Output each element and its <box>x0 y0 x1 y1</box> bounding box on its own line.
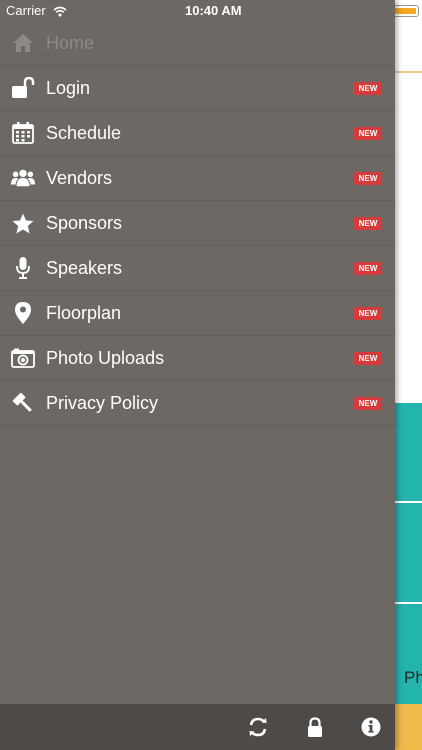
menu-item-label: Home <box>46 33 95 53</box>
new-badge: NEW <box>354 307 382 320</box>
menu-item-sponsors[interactable]: Sponsors NEW <box>0 201 395 246</box>
clock: 10:40 AM <box>185 3 242 18</box>
users-icon <box>11 167 35 189</box>
main-content-peek: Ph <box>395 0 422 750</box>
menu-item-label: Login <box>46 78 91 98</box>
carrier-label: Carrier <box>6 3 46 18</box>
teal-tile[interactable] <box>395 403 422 501</box>
menu-item-label: Vendors <box>46 168 113 188</box>
map-pin-icon <box>11 302 35 324</box>
star-icon <box>11 212 35 234</box>
lock-icon[interactable] <box>304 716 326 738</box>
battery-icon <box>391 5 419 17</box>
new-badge: NEW <box>354 127 382 140</box>
calendar-icon <box>11 122 35 144</box>
refresh-icon[interactable] <box>247 716 269 738</box>
menu-item-label: Floorplan <box>46 303 122 323</box>
home-icon <box>11 32 35 54</box>
new-badge: NEW <box>354 172 382 185</box>
menu-item-home[interactable]: Home <box>0 21 395 66</box>
side-drawer: Carrier 10:40 AM Home Login NEW Schedule… <box>0 0 395 750</box>
menu-item-photo-uploads[interactable]: Photo Uploads NEW <box>0 336 395 381</box>
new-badge: NEW <box>354 352 382 365</box>
new-badge: NEW <box>354 262 382 275</box>
menu-item-vendors[interactable]: Vendors NEW <box>0 156 395 201</box>
menu-item-speakers[interactable]: Speakers NEW <box>0 246 395 291</box>
menu-item-schedule[interactable]: Schedule NEW <box>0 111 395 156</box>
menu-item-label: Photo Uploads <box>46 348 165 368</box>
menu-item-floorplan[interactable]: Floorplan NEW <box>0 291 395 336</box>
status-bar: Carrier 10:40 AM <box>0 0 395 22</box>
gavel-icon <box>11 392 35 414</box>
unlock-icon <box>11 77 35 99</box>
drawer-menu: Home Login NEW Schedule NEW Vendors NEW … <box>0 21 395 426</box>
camera-icon <box>11 347 35 369</box>
menu-item-label: Schedule <box>46 123 122 143</box>
menu-item-label: Speakers <box>46 258 123 278</box>
menu-item-login[interactable]: Login NEW <box>0 66 395 111</box>
microphone-icon <box>11 257 35 279</box>
header-divider <box>395 71 422 73</box>
tile-label: Ph <box>404 668 422 687</box>
drawer-toolbar <box>0 704 395 750</box>
menu-item-label: Sponsors <box>46 213 123 233</box>
new-badge: NEW <box>354 82 382 95</box>
wifi-icon <box>53 4 67 22</box>
new-badge: NEW <box>354 217 382 230</box>
menu-item-label: Privacy Policy <box>46 393 159 413</box>
teal-tile[interactable] <box>395 503 422 602</box>
teal-tile[interactable] <box>395 604 422 704</box>
info-icon[interactable] <box>360 716 382 738</box>
new-badge: NEW <box>354 397 382 410</box>
bottom-bar <box>395 704 422 750</box>
menu-item-privacy-policy[interactable]: Privacy Policy NEW <box>0 381 395 426</box>
